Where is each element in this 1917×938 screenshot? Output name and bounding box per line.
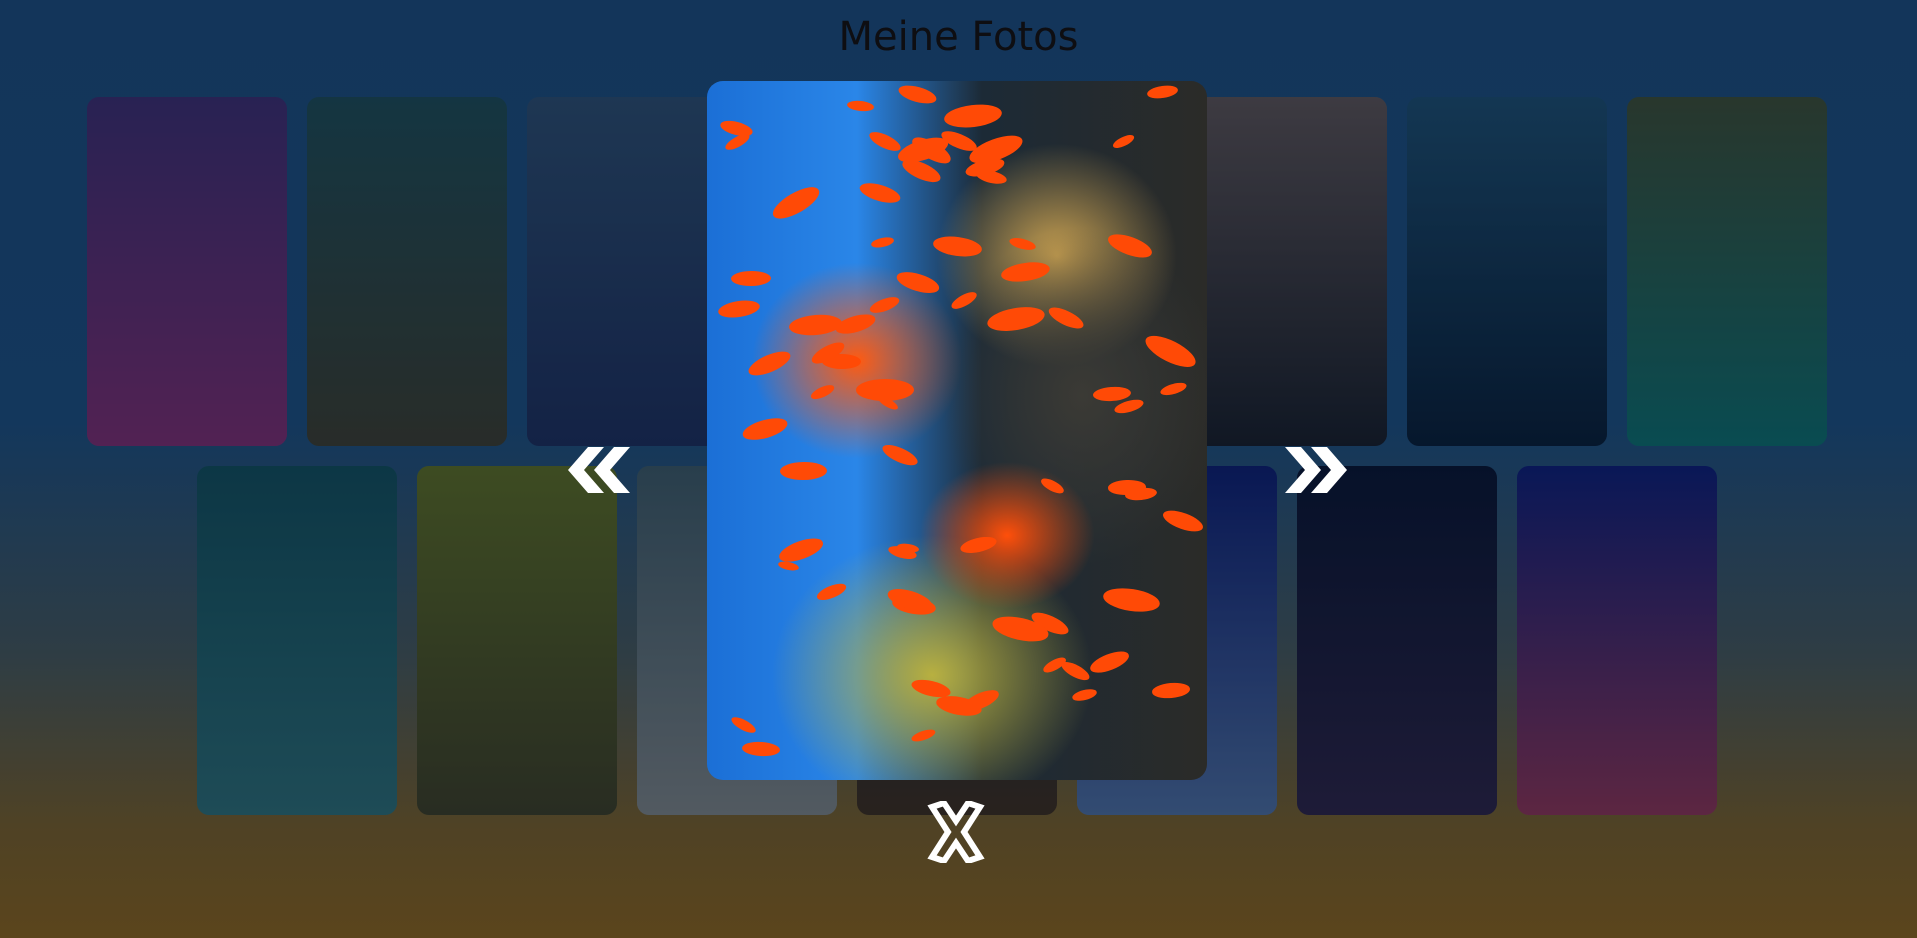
photo-thumbnail-jellyfish[interactable] (1297, 466, 1497, 815)
fish-shape (932, 234, 984, 260)
fish-shape (985, 303, 1048, 335)
fish-shape (857, 179, 903, 207)
fish-shape (740, 413, 791, 444)
fish-shape (868, 294, 902, 317)
fish-shape (788, 312, 844, 338)
fish-shape (1111, 132, 1137, 151)
fish-shape (942, 101, 1004, 131)
page-title: Meine Fotos (838, 14, 1079, 60)
fish-shape (879, 441, 920, 470)
fish-shape (814, 580, 848, 604)
fish-shape (1151, 681, 1191, 700)
fish-shape (866, 128, 904, 155)
fish-shape (729, 713, 758, 736)
fish-shape (1087, 647, 1133, 678)
fish-shape (846, 99, 875, 113)
fish-shape (1008, 236, 1038, 253)
fish-shape (768, 181, 823, 225)
fish-shape (959, 533, 999, 556)
double-chevron-left-icon (568, 447, 630, 493)
fish-shape (741, 741, 780, 758)
fish-shape (1160, 506, 1206, 536)
photo-thumbnail-sea-floor-starfish[interactable] (197, 466, 397, 815)
fish-shape (1039, 475, 1067, 497)
fish-shape (910, 727, 938, 745)
fish-shape (1071, 687, 1098, 703)
photo-thumbnail-school-of-fish[interactable] (527, 97, 727, 446)
fish-shape (1146, 83, 1179, 100)
fish-shape (730, 270, 771, 287)
fish-shape (1092, 386, 1131, 403)
fish-shape (779, 461, 827, 481)
fish-shape (1159, 380, 1189, 398)
fish-shape (717, 298, 762, 321)
fish-shape (1105, 229, 1156, 263)
fish-shape (948, 289, 979, 312)
fish-shape (1101, 585, 1162, 615)
fish-shape (975, 167, 1009, 186)
fish-shape (745, 347, 794, 381)
fish-shape (776, 533, 826, 567)
photo-thumbnail-fish-spiral[interactable] (1407, 97, 1607, 446)
double-chevron-right-icon (1285, 447, 1347, 493)
next-button[interactable] (1283, 447, 1349, 497)
photo-thumbnail-waterfall[interactable] (1627, 97, 1827, 446)
fish-shape (1141, 329, 1201, 374)
fish-shape (896, 81, 939, 107)
fish-shape (894, 268, 941, 297)
fish-shape (869, 235, 894, 249)
photo-thumbnail-orca[interactable] (1187, 97, 1387, 446)
fish-shape (809, 382, 837, 402)
previous-button[interactable] (566, 447, 632, 497)
close-button[interactable] (924, 799, 988, 867)
photo-thumbnail-coral-reef-purple[interactable] (87, 97, 287, 446)
fish-shape (833, 310, 879, 337)
fish-shape (1045, 303, 1087, 333)
fish-shape (999, 259, 1051, 286)
close-icon (927, 799, 985, 865)
lightbox-image (707, 81, 1207, 780)
photo-thumbnail-pink-fish[interactable] (1517, 466, 1717, 815)
photo-thumbnail-underwater-reef-green[interactable] (307, 97, 507, 446)
photo-thumbnail-clownfish-anemone[interactable] (417, 466, 617, 815)
